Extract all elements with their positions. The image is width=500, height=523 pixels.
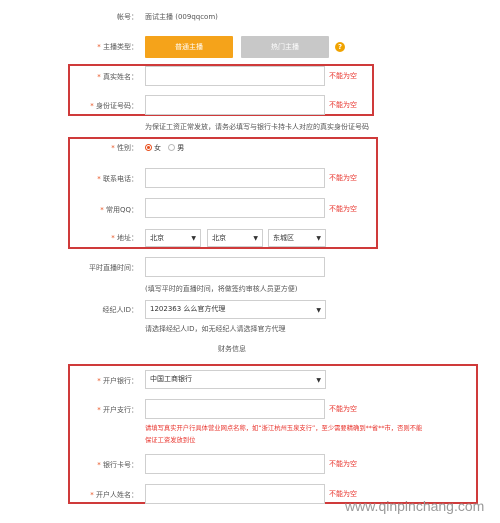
real-name-label: * 真实姓名： bbox=[97, 73, 138, 81]
phone-label-text: 联系电话： bbox=[103, 175, 138, 183]
branch-label-text: 开户支行： bbox=[103, 406, 138, 414]
phone-label: * 联系电话： bbox=[97, 175, 138, 183]
branch-label: * 开户支行： bbox=[97, 406, 138, 414]
gender-male-text: 男 bbox=[177, 144, 185, 152]
gender-female-option[interactable]: 女 bbox=[145, 144, 161, 152]
finance-section-title: 财务信息 bbox=[218, 345, 246, 353]
real-name-label-text: 真实姓名： bbox=[103, 73, 138, 81]
agent-select[interactable]: 1202363 么么官方代理 ▼ bbox=[145, 300, 326, 319]
qq-error: 不能为空 bbox=[329, 205, 357, 213]
id-number-error: 不能为空 bbox=[329, 101, 357, 109]
agent-value: 1202363 么么官方代理 bbox=[150, 305, 226, 313]
live-time-hint: (填写平时的直播时间，将做签约审核人员更方便) bbox=[145, 285, 298, 293]
bank-select[interactable]: 中国工商银行 ▼ bbox=[145, 370, 326, 389]
agent-label-text: 经纪人ID： bbox=[102, 306, 138, 314]
account-label: 帐号： bbox=[0, 12, 138, 22]
gender-label: * 性别： bbox=[111, 144, 138, 152]
holder-name-label-text: 开户人姓名： bbox=[96, 491, 138, 499]
branch-hint-line1: 请填写真实开户行具体营业网点名称，如“浙江杭州玉泉支行”，至少需要精确到**省*… bbox=[145, 425, 423, 432]
site-watermark: www.qinpinchang.com bbox=[345, 498, 485, 514]
gender-radio-group: 女 男 bbox=[145, 143, 184, 153]
live-time-label-text: 平时直播时间： bbox=[89, 264, 138, 272]
phone-error: 不能为空 bbox=[329, 174, 357, 182]
province-value: 北京 bbox=[150, 234, 164, 242]
branch-input[interactable] bbox=[145, 399, 325, 419]
phone-input[interactable] bbox=[145, 168, 325, 188]
normal-anchor-button[interactable]: 普通主播 bbox=[145, 36, 233, 58]
account-value: 面试主播 (009qqcom) bbox=[145, 13, 218, 21]
radio-checked-icon bbox=[145, 144, 152, 151]
card-number-input[interactable] bbox=[145, 454, 325, 474]
real-name-input[interactable] bbox=[145, 66, 325, 86]
id-number-hint: 为保证工资正常发放，请务必填写与银行卡持卡人对应的真实身份证号码 bbox=[145, 123, 369, 131]
gender-female-text: 女 bbox=[154, 144, 161, 152]
branch-error: 不能为空 bbox=[329, 405, 357, 413]
province-select[interactable]: 北京 ▼ bbox=[145, 229, 201, 247]
bank-label: * 开户银行： bbox=[97, 377, 138, 385]
live-time-label: 平时直播时间： bbox=[0, 263, 138, 273]
city-select[interactable]: 北京 ▼ bbox=[207, 229, 263, 247]
id-number-input[interactable] bbox=[145, 95, 325, 115]
agent-label: 经纪人ID： bbox=[0, 305, 138, 315]
radio-unchecked-icon bbox=[168, 144, 176, 151]
live-time-input[interactable] bbox=[145, 257, 325, 277]
chevron-down-icon: ▼ bbox=[253, 235, 258, 242]
address-label: * 地址： bbox=[111, 234, 138, 242]
holder-name-label: * 开户人姓名： bbox=[90, 491, 138, 499]
address-label-text: 地址： bbox=[117, 234, 138, 242]
anchor-type-label-text: 主播类型： bbox=[103, 43, 138, 51]
anchor-type-label: * 主播类型： bbox=[97, 43, 138, 51]
id-number-label: * 身份证号码： bbox=[90, 102, 138, 110]
qq-input[interactable] bbox=[145, 198, 325, 218]
agent-hint: 请选择经纪人ID，如无经纪人请选择官方代理 bbox=[145, 325, 286, 333]
card-number-label-text: 银行卡号： bbox=[103, 461, 138, 469]
chevron-down-icon: ▼ bbox=[316, 307, 321, 314]
chevron-down-icon: ▼ bbox=[191, 235, 196, 242]
qq-label: * 常用QQ： bbox=[100, 206, 138, 214]
district-select[interactable]: 东城区 ▼ bbox=[268, 229, 326, 247]
gender-male-option[interactable]: 男 bbox=[168, 144, 184, 152]
city-value: 北京 bbox=[212, 234, 226, 242]
help-icon[interactable]: ? bbox=[335, 42, 345, 52]
chevron-down-icon: ▼ bbox=[316, 377, 321, 384]
card-number-label: * 银行卡号： bbox=[97, 461, 138, 469]
bank-value: 中国工商银行 bbox=[150, 375, 192, 383]
holder-name-input[interactable] bbox=[145, 484, 325, 504]
district-value: 东城区 bbox=[273, 234, 294, 242]
qq-label-text: 常用QQ： bbox=[105, 206, 138, 214]
branch-hint-line2: 保证工资发放到位 bbox=[145, 437, 196, 444]
gender-label-text: 性别： bbox=[117, 144, 138, 152]
card-number-error: 不能为空 bbox=[329, 460, 357, 468]
real-name-error: 不能为空 bbox=[329, 72, 357, 80]
id-number-label-text: 身份证号码： bbox=[96, 102, 138, 110]
hot-anchor-button[interactable]: 热门主播 bbox=[241, 36, 329, 58]
chevron-down-icon: ▼ bbox=[316, 235, 321, 242]
bank-label-text: 开户银行： bbox=[103, 377, 138, 385]
account-label-text: 帐号： bbox=[117, 13, 138, 21]
